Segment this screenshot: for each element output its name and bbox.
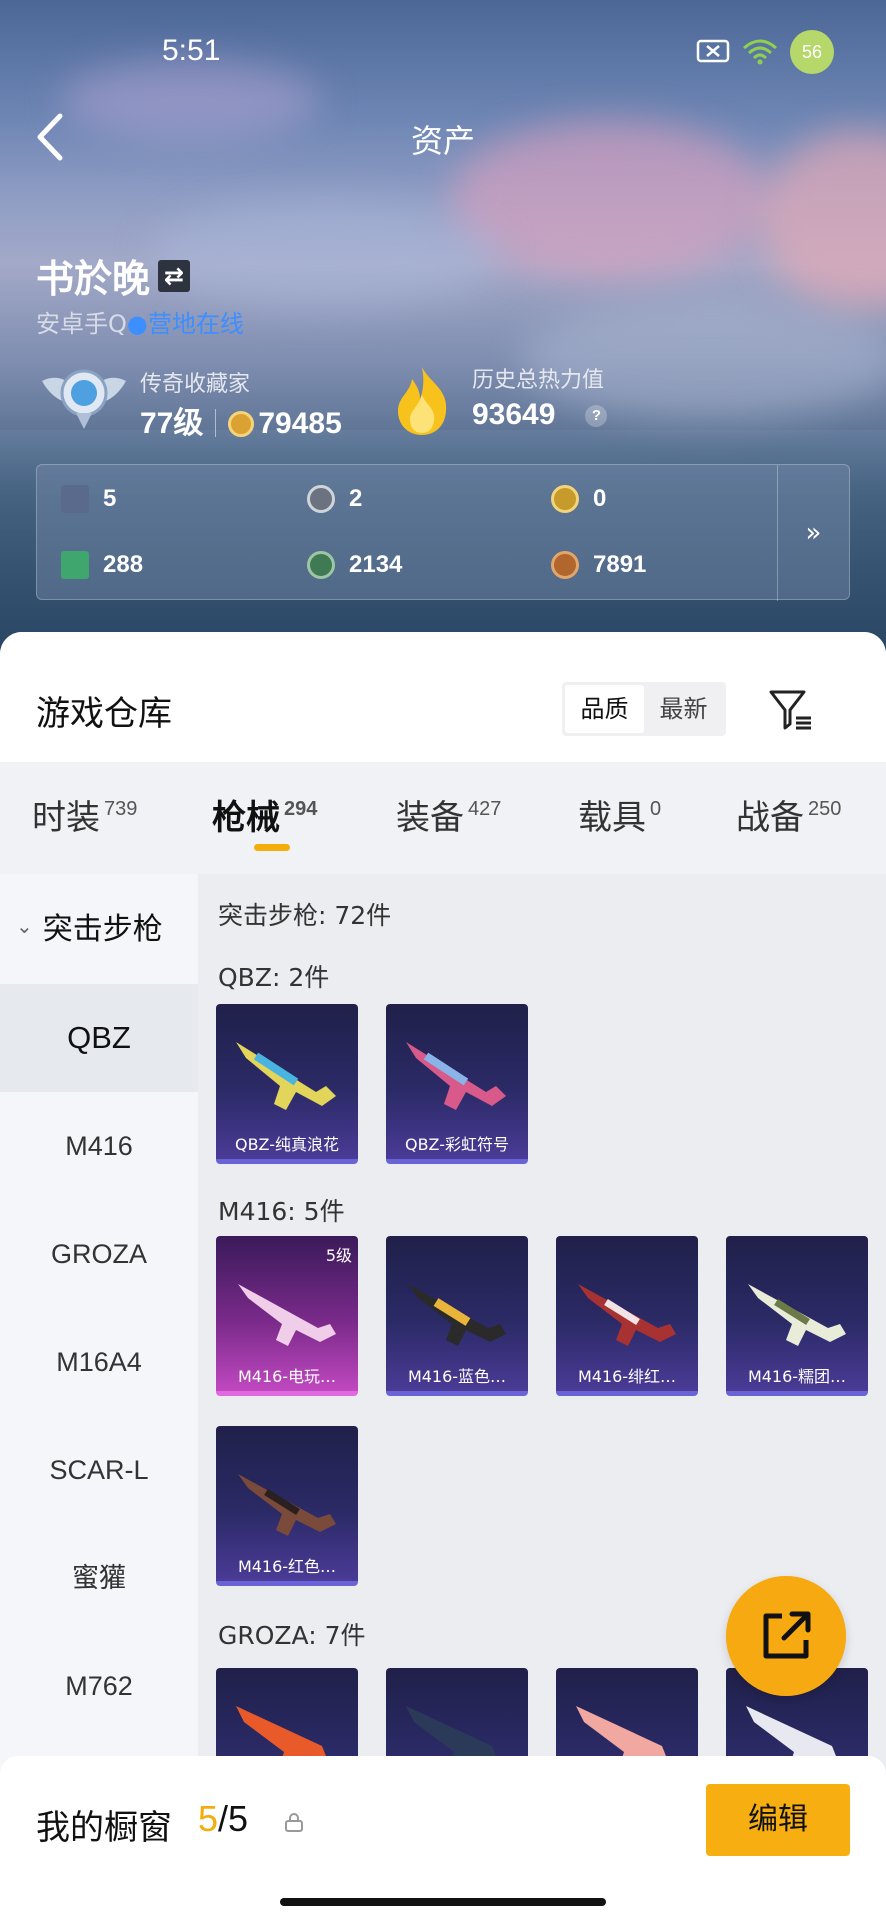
heat-value: 93649 — [472, 398, 556, 431]
heat-label: 历史总热力值 — [472, 368, 605, 393]
user-name-row: 书於晚 ⇄ — [36, 248, 191, 303]
rank-values: 77级 79485 — [140, 398, 342, 442]
category-total: 突击步枪: 72件 — [218, 901, 392, 930]
weapon-image — [406, 1042, 506, 1110]
help-icon[interactable]: ? — [585, 405, 608, 427]
weapon-image — [748, 1284, 846, 1346]
green-orb-icon — [307, 551, 335, 579]
sort-newest-button[interactable]: 最新 — [644, 685, 723, 733]
platform-label: 安卓手Q — [36, 310, 127, 338]
page-title: 资产 — [410, 122, 475, 160]
rank-level: 77级 — [140, 407, 204, 440]
weapon-image — [578, 1284, 676, 1346]
asset-item: 2134 — [307, 551, 402, 579]
weapon-card[interactable]: M416-蓝色… — [386, 1236, 528, 1396]
coin-icon — [228, 411, 255, 437]
sort-quality-button[interactable]: 品质 — [565, 685, 644, 733]
sim-icon — [696, 39, 730, 63]
weapon-image — [238, 1474, 336, 1536]
group-title: M416: 5件 — [218, 1197, 345, 1226]
home-indicator[interactable] — [280, 1898, 606, 1906]
warehouse-title: 游戏仓库 — [36, 694, 172, 734]
weapon-image — [408, 1284, 506, 1346]
green-ticket-icon — [61, 551, 89, 579]
status-time: 5:51 — [162, 34, 221, 67]
chevron-down-icon: ⌄ — [16, 914, 33, 938]
heat-values: 93649? — [472, 398, 608, 432]
rank-label: 传奇收藏家 — [140, 372, 251, 397]
tab-supplies[interactable]: 战备 250 — [736, 790, 841, 839]
weapon-card[interactable]: M416-糯团… — [726, 1236, 868, 1396]
weapon-card[interactable]: M416-绯红… — [556, 1236, 698, 1396]
cloud — [150, 200, 500, 310]
asset-item: 0 — [551, 485, 606, 513]
filter-icon[interactable] — [768, 686, 814, 732]
asset-item: 7891 — [551, 551, 646, 579]
wifi-icon — [743, 39, 777, 65]
tab-equipment[interactable]: 装备 427 — [396, 790, 501, 839]
sort-toggle: 品质 最新 — [562, 682, 726, 736]
showcase-count: 5/5 — [198, 1798, 249, 1839]
showcase-label: 我的橱窗 — [36, 1808, 172, 1848]
sidebar-category[interactable]: ⌄ 突击步枪 — [0, 874, 198, 978]
group-title: GROZA: 7件 — [218, 1621, 366, 1650]
share-button[interactable] — [726, 1576, 846, 1696]
sidebar-item-qbz[interactable]: QBZ — [0, 984, 198, 1092]
sidebar-item-groza[interactable]: GROZA — [0, 1200, 198, 1308]
gold-token-icon — [551, 485, 579, 513]
sidebar-item-scar-l[interactable]: SCAR-L — [0, 1416, 198, 1524]
assets-more-button[interactable]: » — [777, 465, 849, 601]
asset-item: 5 — [61, 485, 116, 513]
weapon-card[interactable]: QBZ-纯真浪花 — [216, 1004, 358, 1164]
lock-icon — [285, 1813, 303, 1832]
asset-item: 288 — [61, 551, 143, 579]
flame-icon — [398, 367, 447, 435]
tab-outfits[interactable]: 时装 739 — [32, 790, 137, 839]
rank-badge-icon — [42, 369, 126, 429]
active-tab-indicator — [254, 844, 290, 851]
group-title: QBZ: 2件 — [218, 963, 330, 992]
sidebar-item-m16a4[interactable]: M16A4 — [0, 1308, 198, 1416]
battery-indicator: 56 — [790, 30, 834, 74]
card-icon — [61, 485, 89, 513]
status-bar: 5:51 56 — [0, 30, 886, 74]
sidebar-item-honey-badger[interactable]: 蜜獾 — [0, 1524, 198, 1632]
weapon-card[interactable]: M416-红色… — [216, 1426, 358, 1586]
asset-item: 2 — [307, 485, 362, 513]
sidebar-item-m762[interactable]: M762 — [0, 1632, 198, 1740]
tab-weapons[interactable]: 枪械 294 — [212, 790, 317, 839]
user-platform-row: 安卓手Q●营地在线 — [36, 310, 244, 338]
ring-token-icon — [307, 485, 335, 513]
switch-account-icon[interactable]: ⇄ — [158, 259, 191, 292]
online-status: 营地在线 — [147, 310, 244, 338]
edit-button[interactable]: 编辑 — [706, 1784, 850, 1856]
weapon-image — [236, 1042, 336, 1110]
weapon-card[interactable]: 5级 M416-电玩… — [216, 1236, 358, 1396]
weapon-card[interactable]: QBZ-彩虹符号 — [386, 1004, 528, 1164]
sidebar-item-m416[interactable]: M416 — [0, 1092, 198, 1200]
warehouse-header: 游戏仓库 品质 最新 — [0, 632, 886, 762]
weapon-image — [238, 1284, 336, 1346]
showcase-bar: 我的橱窗 5/5 编辑 — [0, 1756, 886, 1920]
user-name: 书於晚 — [36, 257, 151, 301]
warehouse-panel: 游戏仓库 品质 最新 时装 739 枪械 294 装备 427 载具 0 战备 250 ⌄… — [0, 632, 886, 1920]
category-tabs: 时装 739 枪械 294 装备 427 载具 0 战备 250 — [0, 762, 886, 882]
coin-value: 79485 — [258, 407, 342, 440]
bronze-coin-icon — [551, 551, 579, 579]
tab-vehicles[interactable]: 载具 0 — [578, 790, 661, 839]
assets-panel[interactable]: 5 2 0 288 2134 7891 » — [36, 464, 850, 601]
